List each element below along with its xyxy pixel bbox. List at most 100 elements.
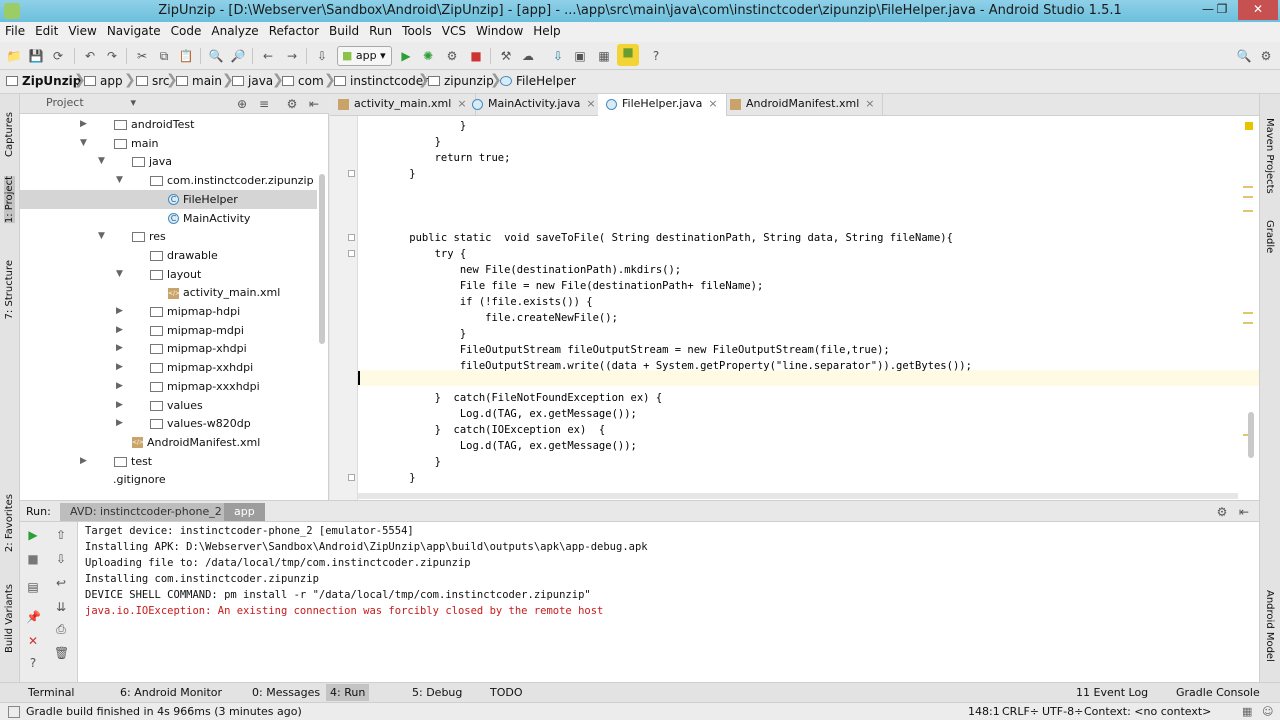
tree-node[interactable]: </> activity_main.xml (20, 283, 317, 302)
rerun-icon[interactable]: ▶ (26, 528, 40, 542)
terminal-tab[interactable]: Terminal (28, 686, 75, 699)
paste-icon[interactable]: 📋 (178, 48, 194, 64)
stop-icon[interactable]: ■ (26, 552, 40, 566)
breadcrumb-zipunzip[interactable]: ZipUnzip (6, 74, 81, 88)
fold-marker-icon[interactable] (348, 250, 355, 257)
expanded-arrow-icon[interactable]: ▼ (98, 227, 105, 246)
project-tool-tab[interactable]: 1: Project (4, 176, 15, 224)
breadcrumb-filehelper[interactable]: FileHelper (500, 74, 576, 88)
android-model-tool-tab[interactable]: Android Model (1264, 590, 1275, 662)
open-folder-icon[interactable]: 📁 (6, 48, 22, 64)
gear-icon[interactable]: ⚙ (1214, 504, 1230, 520)
tree-node[interactable]: ▶ mipmap-xxxhdpi (20, 377, 317, 396)
attach-debugger-icon[interactable]: ⚙ (444, 48, 460, 64)
run-tab-app[interactable]: app (224, 503, 265, 521)
tree-node[interactable]: ▼ com.instinctcoder.zipunzip (20, 171, 317, 190)
help-icon[interactable]: ? (26, 656, 40, 670)
pin-icon[interactable]: 📌 (26, 610, 41, 624)
restore-layout-icon[interactable]: ▤ (26, 580, 40, 594)
sync-icon[interactable]: ⟳ (50, 48, 66, 64)
hide-panel-icon[interactable]: ⇤ (306, 96, 322, 112)
collapsed-arrow-icon[interactable]: ▶ (116, 377, 123, 396)
tree-node[interactable]: C MainActivity (20, 209, 317, 228)
search-everywhere-icon[interactable]: 🔍 (1236, 48, 1252, 64)
line-separator[interactable]: CRLF÷ (1002, 705, 1039, 718)
android-device-monitor-icon[interactable]: ■ (617, 44, 639, 66)
build-variants-tool-tab[interactable]: Build Variants (4, 584, 15, 653)
project-structure-icon[interactable]: ⚒ (498, 48, 514, 64)
warning-marker[interactable] (1243, 210, 1253, 212)
up-arrow-icon[interactable]: ⇧ (54, 528, 68, 542)
menu-item-edit[interactable]: Edit (30, 22, 63, 38)
tree-node[interactable]: ▶ androidTest (20, 115, 317, 134)
gradle-sync-icon[interactable]: ☁ (520, 48, 536, 64)
tree-node[interactable]: ▶ values-w820dp (20, 414, 317, 433)
run-tab[interactable]: 4: Run (326, 684, 370, 701)
down-arrow-icon[interactable]: ⇩ (54, 552, 68, 566)
fold-marker-icon[interactable] (348, 170, 355, 177)
run-icon[interactable]: ▶ (398, 48, 414, 64)
breadcrumb-java[interactable]: java (232, 74, 273, 88)
collapsed-arrow-icon[interactable]: ▶ (80, 452, 87, 471)
scroll-to-end-icon[interactable]: ⇊ (54, 600, 68, 614)
horizontal-scrollbar[interactable] (358, 493, 1238, 499)
save-all-icon[interactable]: 💾 (28, 48, 44, 64)
hide-panel-icon[interactable]: ⇤ (1236, 504, 1252, 520)
soft-wrap-icon[interactable]: ↩ (54, 576, 68, 590)
debug-icon[interactable]: ✺ (420, 48, 436, 64)
collapsed-arrow-icon[interactable]: ▶ (116, 414, 123, 433)
tree-node[interactable]: .gitignore (20, 470, 317, 489)
collapse-all-icon[interactable]: ≡ (256, 96, 272, 112)
close-button[interactable]: ✕ (1238, 0, 1278, 20)
tool-windows-icon[interactable] (8, 706, 20, 718)
menu-item-file[interactable]: File (0, 22, 30, 38)
breadcrumb-main[interactable]: main (176, 74, 222, 88)
expanded-arrow-icon[interactable]: ▼ (116, 265, 123, 284)
close-tab-icon[interactable]: × (586, 97, 595, 110)
code-editor[interactable]: } } return true; } public static void sa… (330, 116, 1259, 500)
menu-item-navigate[interactable]: Navigate (102, 22, 166, 38)
undo-icon[interactable]: ↶ (82, 48, 98, 64)
find-icon[interactable]: 🔍 (208, 48, 224, 64)
settings-icon[interactable]: ⚙ (1258, 48, 1274, 64)
gradle-console-tab[interactable]: Gradle Console (1176, 686, 1260, 699)
editor-scrollbar[interactable] (1248, 412, 1254, 458)
tree-node[interactable]: ▶ values (20, 396, 317, 415)
close-tab-icon[interactable]: × (865, 97, 874, 110)
event-log-tab[interactable]: 11 Event Log (1076, 686, 1148, 699)
close-tab-icon[interactable]: × (708, 97, 717, 110)
editor-tab[interactable]: FileHelper.java × (598, 94, 727, 116)
trash-icon[interactable]: 🗑 (54, 646, 69, 660)
stop-icon[interactable]: ■ (468, 48, 484, 64)
tree-node[interactable]: C FileHelper (20, 189, 317, 209)
menu-item-view[interactable]: View (63, 22, 101, 38)
help-icon[interactable]: ? (648, 48, 664, 64)
tree-scrollbar[interactable] (319, 174, 325, 344)
menu-item-analyze[interactable]: Analyze (206, 22, 263, 38)
android-monitor-tab[interactable]: 6: Android Monitor (120, 686, 222, 699)
gradle-tool-tab[interactable]: Gradle (1264, 220, 1275, 253)
menu-item-refactor[interactable]: Refactor (264, 22, 324, 38)
run-console[interactable]: Target device: instinctcoder-phone_2 [em… (78, 522, 1259, 682)
collapsed-arrow-icon[interactable]: ▶ (116, 321, 123, 340)
menu-item-vcs[interactable]: VCS (437, 22, 471, 38)
context-indicator[interactable]: Context: <no context> (1084, 705, 1211, 718)
warning-marker[interactable] (1243, 322, 1253, 324)
scroll-from-source-icon[interactable]: ⊕ (234, 96, 250, 112)
warning-marker[interactable] (1243, 196, 1253, 198)
warning-marker[interactable] (1243, 312, 1253, 314)
breadcrumb-instinctcoder[interactable]: instinctcoder (334, 74, 428, 88)
tree-node[interactable]: ▼ layout (20, 265, 317, 284)
make-project-icon[interactable]: ⇩ (314, 48, 330, 64)
editor-tab[interactable]: activity_main.xml × (330, 94, 476, 116)
menu-item-build[interactable]: Build (324, 22, 364, 38)
editor-tab[interactable]: AndroidManifest.xml × (722, 94, 884, 116)
redo-icon[interactable]: ↷ (104, 48, 120, 64)
run-config-select[interactable]: ■ app ▾ (337, 46, 392, 66)
messages-tab[interactable]: 0: Messages (252, 686, 320, 699)
close-icon[interactable]: ✕ (26, 634, 40, 648)
back-icon[interactable]: ← (260, 48, 276, 64)
fold-marker-icon[interactable] (348, 474, 355, 481)
collapsed-arrow-icon[interactable]: ▶ (116, 358, 123, 377)
menu-item-tools[interactable]: Tools (397, 22, 437, 38)
